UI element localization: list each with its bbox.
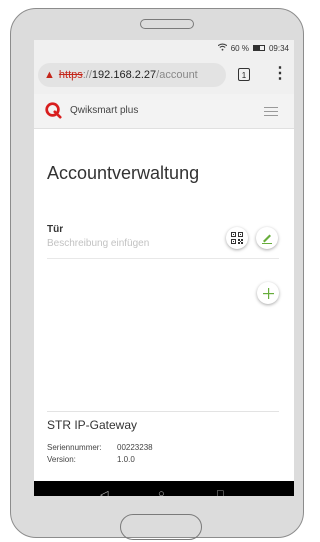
app-header: Qwiksmart plus	[34, 94, 294, 129]
item-title: Tür	[47, 224, 64, 235]
phone-home-button[interactable]	[120, 514, 202, 540]
page-title: Accountverwaltung	[47, 163, 200, 183]
qr-code-button[interactable]	[226, 227, 248, 249]
tab-switcher-button[interactable]: 1	[238, 68, 250, 81]
url-host: 192.168.2.27	[91, 69, 157, 81]
browser-menu-icon[interactable]: ⋮	[272, 65, 288, 83]
back-icon[interactable]: ◁	[100, 488, 108, 496]
version-value: 1.0.0	[117, 455, 135, 464]
wifi-icon	[217, 43, 228, 53]
serial-number-row: Seriennummer: 00223238	[47, 443, 153, 452]
add-button[interactable]	[257, 282, 279, 304]
phone-speaker	[140, 19, 194, 29]
url-path: /account	[156, 69, 198, 81]
section-divider	[47, 411, 279, 412]
version-row: Version: 1.0.0	[47, 455, 135, 464]
pencil-icon	[262, 234, 272, 244]
clock: 09:34	[268, 43, 289, 53]
home-icon[interactable]: ○	[158, 488, 165, 496]
android-nav-bar: ◁ ○ □	[34, 481, 294, 496]
phone-screen: 60 % 09:34 ▲ https://192.168.2.27/accoun…	[34, 40, 294, 496]
description-input[interactable]: Beschreibung einfügen	[47, 238, 149, 249]
battery-percentage: 60 %	[230, 43, 249, 53]
browser-toolbar: ▲ https://192.168.2.27/account 1 ⋮	[34, 56, 294, 94]
item-divider	[47, 258, 279, 259]
serial-number-label: Seriennummer:	[47, 443, 102, 452]
status-bar: 60 % 09:34	[34, 40, 294, 56]
url-scheme: https	[58, 69, 83, 81]
battery-icon	[252, 45, 265, 51]
warning-icon[interactable]: ▲	[44, 69, 55, 81]
plus-icon	[262, 287, 274, 299]
qr-code-icon	[231, 232, 243, 244]
version-label: Version:	[47, 455, 76, 464]
url-separator: ://	[82, 69, 92, 81]
gateway-title: STR IP-Gateway	[47, 418, 138, 432]
qwiksmart-logo-icon	[45, 102, 62, 119]
recents-icon[interactable]: □	[217, 488, 224, 496]
url-bar[interactable]: ▲ https://192.168.2.27/account	[38, 63, 226, 87]
app-name: Qwiksmart plus	[70, 105, 139, 116]
hamburger-menu-icon[interactable]	[264, 107, 278, 119]
serial-number-value: 00223238	[117, 443, 153, 452]
edit-button[interactable]	[256, 227, 278, 249]
